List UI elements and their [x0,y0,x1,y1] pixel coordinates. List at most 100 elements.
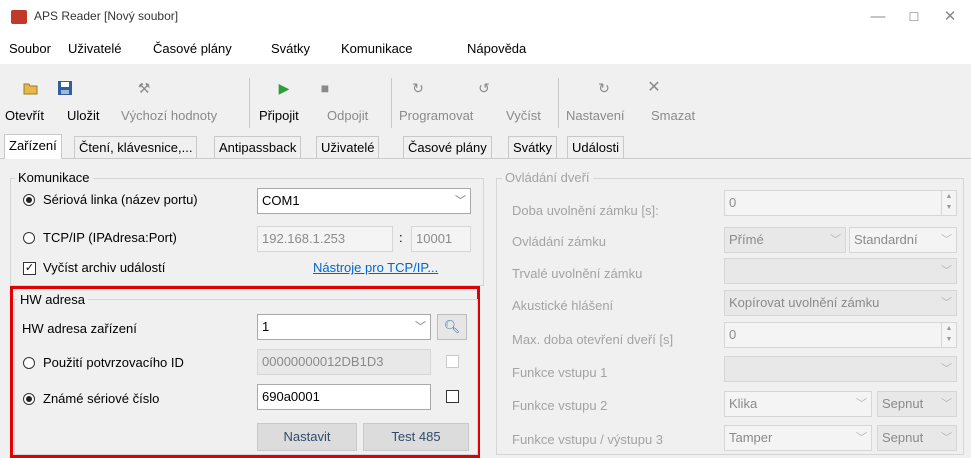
confirm-id-input[interactable]: 00000000012DB1D3 [257,349,431,375]
settings-button[interactable]: Nastavení [566,108,625,123]
toolbar-separator [558,78,559,128]
confirm-id-checkbox[interactable] [446,355,459,368]
chevron-down-icon: ﹀ [941,265,952,277]
disconnect-button[interactable]: Odpojit [327,108,368,123]
minimize-button[interactable]: — [868,8,888,26]
window-title: APS Reader [Nový soubor] [34,9,179,23]
settings-icon: ↻ [598,80,610,96]
chevron-down-icon: ﹀ [856,398,867,410]
stop-icon: ■ [320,80,330,96]
toolbar-separator [391,78,392,128]
input1-select[interactable]: ﹀ [724,356,957,382]
tab-divider [0,158,971,159]
komunikace-group-label: Komunikace [15,170,93,185]
serial-radio[interactable] [23,194,35,206]
menu-svatky[interactable]: Svátky [271,41,310,56]
delete-button[interactable]: Smazat [651,108,695,123]
input2-mode-select[interactable]: Sepnut ﹀ [877,391,957,417]
save-button[interactable]: Uložit [67,108,100,123]
max-open-label: Max. doba otevření dveří [s] [512,332,674,347]
tab-udalosti[interactable]: Události [567,136,624,158]
chevron-down-icon: ﹀ [941,432,952,444]
known-serial-input[interactable]: 690a0001 [257,384,431,410]
tcp-label: TCP/IP (IPAdresa:Port) [43,230,177,245]
program-icon: ↻ [412,80,424,96]
release-time-label: Doba uvolnění zámku [s]: [512,203,659,218]
menu-uzivatele[interactable]: Uživatelé [68,41,121,56]
archive-checkbox[interactable]: ✓ [23,262,36,275]
lock-control-label: Ovládání zámku [512,234,606,249]
connect-button[interactable]: Připojit [259,108,299,123]
hw-address-label: HW adresa zařízení [22,321,137,336]
chevron-down-icon: ﹀ [415,321,426,333]
tools-icon: ⚒ [137,80,151,96]
acoustic-label: Akustické hlášení [512,298,614,313]
play-icon: ▶ [278,80,290,96]
chevron-down-icon: ﹀ [941,363,952,375]
delete-x-icon: ✕ [647,79,661,96]
known-serial-checkbox[interactable] [446,390,459,403]
chevron-down-icon: ﹀ [830,234,841,246]
read-button[interactable]: Vyčíst [506,108,541,123]
chevron-down-icon: ﹀ [941,398,952,410]
io3-mode-select[interactable]: Sepnut ﹀ [877,425,957,451]
release-time-input[interactable]: 0 ▲ ▼ [724,190,957,216]
io3-label: Funkce vstupu / výstupu 3 [512,432,664,447]
save-disk-icon [57,80,73,96]
menu-napoveda[interactable]: Nápověda [467,41,526,56]
known-serial-label: Známé sériové číslo [43,391,160,406]
test-485-button[interactable]: Test 485 [363,423,469,451]
maximize-button[interactable]: ☐ [904,8,924,26]
io3-select[interactable]: Tamper ﹀ [724,425,872,451]
read-icon: ↺ [478,80,490,96]
program-button[interactable]: Programovat [399,108,473,123]
archive-label: Vyčíst archiv událostí [43,260,166,275]
chevron-down-icon: ﹀ [941,234,952,246]
menu-soubor[interactable]: Soubor [9,41,51,56]
lock-mode-select[interactable]: Standardní ﹀ [849,227,957,253]
tcp-colon: : [399,230,403,245]
open-button[interactable]: Otevřít [5,108,44,123]
tab-casove-plany[interactable]: Časové plány [403,136,492,158]
tcp-tools-link[interactable]: Nástroje pro TCP/IP... [313,260,438,275]
input2-label: Funkce vstupu 2 [512,398,608,413]
chevron-down-icon: ﹀ [856,432,867,444]
hw-group-label: HW adresa [17,292,89,307]
menu-casove-plany[interactable]: Časové plány [153,41,232,56]
serial-label: Sériová linka (název portu) [43,192,198,207]
serial-port-select[interactable]: COM1 ﹀ [257,188,471,214]
max-open-input[interactable]: 0 ▲ ▼ [724,322,957,348]
input2-select[interactable]: Klika ﹀ [724,391,872,417]
permanent-release-select[interactable]: ﹀ [724,258,957,284]
tcp-ip-input[interactable]: 192.168.1.253 [257,226,393,252]
search-icon: 🔍︎ [443,319,461,334]
app-icon [11,10,27,24]
open-folder-icon [23,80,39,96]
spinner-icon: ▲ ▼ [941,323,956,347]
door-group-label: Ovládání dveří [502,170,593,185]
chevron-down-icon: ﹀ [455,195,466,207]
spinner-icon: ▲ ▼ [941,191,956,215]
chevron-down-icon: ﹀ [941,297,952,309]
search-button[interactable]: 🔍︎ [437,314,467,340]
confirm-id-label: Použití potvrzovacího ID [43,355,184,370]
tcp-radio[interactable] [23,232,35,244]
defaults-button[interactable]: Výchozí hodnoty [121,108,217,123]
tab-cteni[interactable]: Čtení, klávesnice,... [74,136,198,158]
tab-uzivatele[interactable]: Uživatelé [316,136,380,158]
tab-antipassback[interactable]: Antipassback [214,136,302,158]
lock-control-select[interactable]: Přímé ﹀ [724,227,846,253]
tcp-port-input[interactable]: 10001 [411,226,471,252]
toolbar-separator [249,78,250,128]
close-button[interactable]: ✕ [940,8,960,26]
permanent-release-label: Trvalé uvolnění zámku [512,266,643,281]
tab-zarizeni[interactable]: Zařízení [4,134,62,159]
tab-svatky[interactable]: Svátky [508,136,558,158]
menu-komunikace[interactable]: Komunikace [341,41,413,56]
input1-label: Funkce vstupu 1 [512,365,608,380]
set-button[interactable]: Nastavit [257,423,357,451]
known-serial-radio[interactable] [23,393,35,405]
confirm-id-radio[interactable] [23,357,35,369]
acoustic-select[interactable]: Kopírovat uvolnění zámku ﹀ [724,290,957,316]
hw-address-select[interactable]: 1 ﹀ [257,314,431,340]
